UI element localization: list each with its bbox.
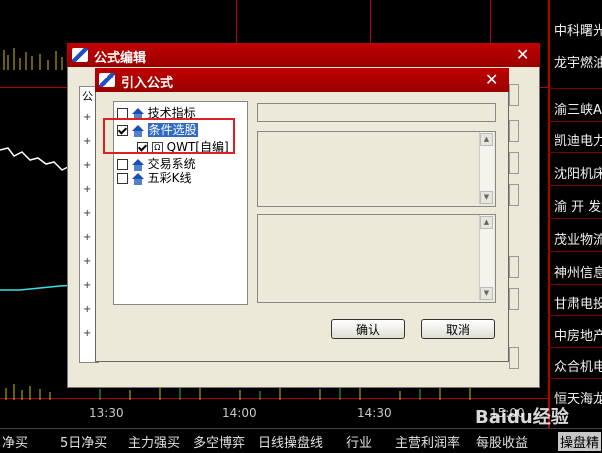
outer-button[interactable] <box>509 288 519 310</box>
tab-net-buy[interactable]: 净买 <box>2 432 28 451</box>
expand-icon[interactable]: + <box>83 184 91 195</box>
divider <box>548 378 602 379</box>
expand-icon[interactable]: + <box>83 160 91 171</box>
stock-item[interactable]: 神州信息 <box>554 262 602 281</box>
tab-eps[interactable]: 每股收益 <box>476 432 528 451</box>
divider <box>548 251 602 252</box>
grid-line <box>370 0 371 45</box>
scroll-down-icon[interactable]: ▼ <box>480 191 493 204</box>
tree-item-color-kline[interactable]: 五彩K线 <box>117 169 192 186</box>
outer-button[interactable] <box>509 256 519 278</box>
stock-item[interactable]: 渝三峡A <box>554 99 602 118</box>
outer-button[interactable] <box>509 347 519 369</box>
cancel-button[interactable]: 取消 <box>421 319 495 339</box>
confirm-button[interactable]: 确认 <box>331 319 405 339</box>
time-label: 14:30 <box>357 406 392 420</box>
stock-item[interactable]: 众合机电 <box>554 356 602 375</box>
price-lines <box>0 147 75 291</box>
expand-icon[interactable]: + <box>83 232 91 243</box>
tab-5day-net-buy[interactable]: 5日净买 <box>60 432 107 451</box>
outer-button[interactable] <box>509 84 519 106</box>
folder-home-icon <box>131 172 144 185</box>
tab-long-short[interactable]: 多空博弈 <box>193 432 245 451</box>
expand-icon[interactable]: + <box>83 304 91 315</box>
divider <box>548 152 602 153</box>
stock-item[interactable]: 沈阳机床 <box>554 163 602 182</box>
tab-operation[interactable]: 操盘精 <box>558 432 602 451</box>
expand-icon[interactable]: + <box>83 112 91 123</box>
grid-line <box>236 0 237 45</box>
stock-item[interactable]: 龙宇燃油 <box>554 52 602 71</box>
time-label: 14:00 <box>222 406 257 420</box>
tab-industry[interactable]: 行业 <box>346 432 372 451</box>
time-label: 13:30 <box>89 406 124 420</box>
stock-item[interactable]: 渝 开 发 <box>554 196 601 215</box>
divider <box>548 121 602 122</box>
tab-daily-line[interactable]: 日线操盘线 <box>258 432 323 451</box>
watermark-logo: Baidu经验 <box>475 407 569 428</box>
expand-icon[interactable]: + <box>83 208 91 219</box>
app-logo-icon <box>99 73 115 87</box>
formula-description-box[interactable] <box>257 131 496 207</box>
import-formula-title: 引入公式 <box>121 76 174 91</box>
expand-icon[interactable]: + <box>83 256 91 267</box>
formula-detail-box[interactable] <box>257 214 496 303</box>
divider <box>548 347 602 348</box>
highlight-box <box>103 118 235 154</box>
divider <box>548 315 602 316</box>
expand-icon[interactable]: + <box>83 328 91 339</box>
close-icon[interactable]: ✕ <box>485 70 498 89</box>
tab-main-force[interactable]: 主力强买 <box>128 432 180 451</box>
scroll-up-icon[interactable]: ▲ <box>480 216 493 229</box>
divider <box>548 218 602 219</box>
tab-profit-margin[interactable]: 主营利润率 <box>395 432 460 451</box>
expand-icon[interactable]: + <box>83 280 91 291</box>
stock-item[interactable]: 中房地产 <box>554 325 602 344</box>
outer-button[interactable] <box>509 152 519 174</box>
divider <box>548 185 602 186</box>
stock-item[interactable]: 凯迪电力 <box>554 130 602 149</box>
outer-button[interactable] <box>509 184 519 206</box>
tree-item-label: 五彩K线 <box>147 171 192 185</box>
divider <box>548 88 602 89</box>
checkbox[interactable] <box>117 173 128 184</box>
stock-item[interactable]: 中科曙光 <box>554 20 602 39</box>
scroll-up-icon[interactable]: ▲ <box>480 133 493 146</box>
expand-icon[interactable]: + <box>83 136 91 147</box>
outer-button[interactable] <box>509 120 519 142</box>
panel-header: 公 <box>82 90 93 103</box>
divider <box>548 284 602 285</box>
scroll-down-icon[interactable]: ▼ <box>480 287 493 300</box>
volume-bars-top <box>3 48 63 70</box>
formula-name-field[interactable] <box>257 103 496 122</box>
stock-item[interactable]: 茂业物流 <box>554 229 602 248</box>
grid-line <box>490 0 491 45</box>
panel-divider <box>548 0 550 430</box>
close-icon[interactable]: ✕ <box>516 45 529 64</box>
formula-editor-title: 公式编辑 <box>94 51 147 66</box>
app-logo-icon <box>72 48 88 62</box>
stock-item[interactable]: 甘肃电投 <box>554 293 602 312</box>
